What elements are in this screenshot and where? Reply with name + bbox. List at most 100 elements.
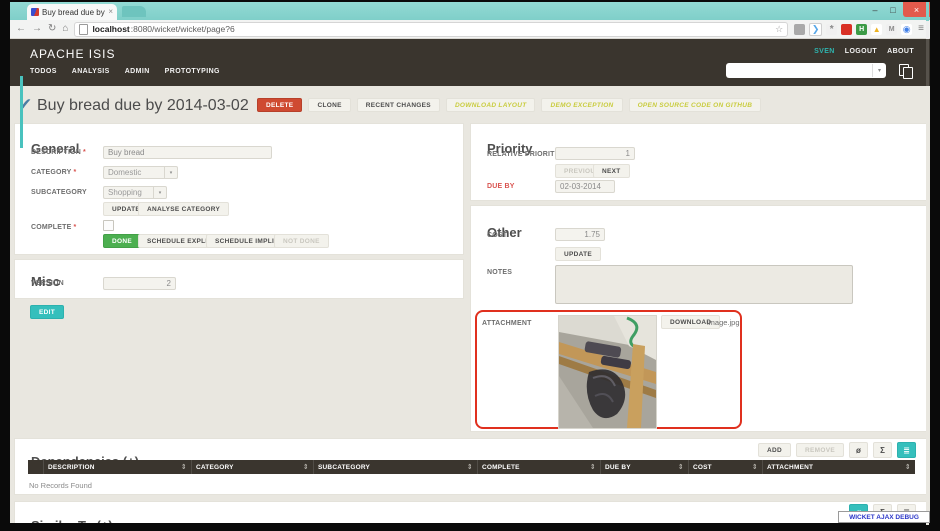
app-header: APACHE ISIS TODOS ANALYSIS ADMIN PROTOTY… bbox=[10, 39, 930, 86]
extension-icon-3[interactable]: * bbox=[826, 24, 837, 35]
attachment-filename: image.jpg bbox=[707, 318, 740, 327]
bookmark-star-icon[interactable]: ☆ bbox=[775, 24, 783, 35]
url-bar[interactable]: localhost :8080/wicket/wicket/page?6 ☆ bbox=[74, 22, 788, 37]
user-name-link[interactable]: SVEN bbox=[814, 48, 835, 55]
browser-tabbar: Buy bread due by 20 × – □ × bbox=[10, 2, 930, 20]
browser-toolbar: ← → ↻ ⌂ localhost :8080/wicket/wicket/pa… bbox=[10, 20, 930, 39]
screen: Buy bread due by 20 × – □ × ← → ↻ ⌂ loca… bbox=[0, 0, 940, 531]
extension-icon-6[interactable]: ▲ bbox=[871, 24, 882, 35]
due-by-field bbox=[555, 180, 615, 193]
list-view-icon[interactable]: ≣ bbox=[897, 442, 916, 458]
cost-label: COST bbox=[487, 232, 507, 239]
dependencies-panel: Dependencies (+) ADD REMOVE ø Σ ≣ DESCRI… bbox=[14, 438, 927, 495]
notes-textarea[interactable] bbox=[555, 265, 853, 304]
column-description[interactable]: DESCRIPTION⇕ bbox=[43, 460, 191, 474]
chevron-down-icon[interactable]: ▾ bbox=[872, 64, 886, 77]
user-links: SVEN LOGOUT ABOUT bbox=[814, 48, 914, 55]
extension-icon-1[interactable] bbox=[794, 24, 805, 35]
wicket-ajax-debug-link[interactable]: WICKET AJAX DEBUG bbox=[838, 511, 930, 523]
column-category[interactable]: CATEGORY⇕ bbox=[191, 460, 313, 474]
forward-icon[interactable]: → bbox=[32, 24, 42, 34]
complete-label: COMPLETE* bbox=[31, 224, 76, 231]
copy-bookmark-icon[interactable] bbox=[899, 64, 913, 77]
delete-button[interactable]: DELETE bbox=[257, 98, 302, 112]
recent-changes-button[interactable]: RECENT CHANGES bbox=[357, 98, 440, 112]
notes-label: NOTES bbox=[487, 269, 512, 276]
description-label: DESCRIPTION* bbox=[31, 149, 86, 156]
subcategory-label: SUBCATEGORY bbox=[31, 189, 87, 196]
version-field bbox=[103, 277, 176, 290]
new-tab-button[interactable] bbox=[122, 6, 146, 17]
column-attachment[interactable]: ATTACHMENT⇕ bbox=[762, 460, 915, 474]
empty-table-message: No Records Found bbox=[29, 481, 92, 490]
dependencies-actions: ADD REMOVE ø Σ ≣ bbox=[758, 442, 916, 458]
attachment-image[interactable] bbox=[558, 315, 657, 429]
cost-field bbox=[555, 228, 605, 241]
page-title: Buy bread due by 2014-03-02 bbox=[37, 97, 249, 115]
column-subcategory[interactable]: SUBCATEGORY⇕ bbox=[313, 460, 477, 474]
complete-checkbox[interactable] bbox=[103, 220, 114, 231]
general-panel: General DESCRIPTION* CATEGORY* Domestic … bbox=[14, 123, 464, 255]
version-label: VERSION bbox=[31, 280, 64, 287]
tab-favicon-icon bbox=[31, 8, 39, 16]
relative-priority-field bbox=[555, 147, 635, 160]
done-button[interactable]: DONE bbox=[103, 234, 141, 248]
column-cost[interactable]: COST⇕ bbox=[688, 460, 762, 474]
sort-icon: ⇕ bbox=[303, 463, 309, 471]
edit-button[interactable]: EDIT bbox=[30, 305, 64, 319]
nav-item-prototyping[interactable]: PROTOTYPING bbox=[165, 68, 220, 75]
frame-artifact-right bbox=[926, 2, 929, 525]
extension-icon-7[interactable]: M bbox=[886, 24, 897, 35]
extension-icon-4[interactable] bbox=[841, 24, 852, 35]
clone-button[interactable]: CLONE bbox=[308, 98, 350, 112]
browser-tab[interactable]: Buy bread due by 20 × bbox=[27, 4, 117, 20]
window-maximize-button[interactable]: □ bbox=[884, 2, 902, 17]
home-icon[interactable]: ⌂ bbox=[62, 24, 68, 34]
nav-item-admin[interactable]: ADMIN bbox=[125, 68, 150, 75]
update-cost-button[interactable]: UPDATE bbox=[555, 247, 601, 261]
extension-icon-5[interactable]: H bbox=[856, 24, 867, 35]
extension-icon-2[interactable]: ❯ bbox=[809, 23, 822, 36]
column-select bbox=[28, 460, 43, 474]
analyse-category-button[interactable]: ANALYSE CATEGORY bbox=[138, 202, 229, 216]
nav-item-analysis[interactable]: ANALYSIS bbox=[72, 68, 110, 75]
page-icon bbox=[79, 24, 88, 35]
column-complete[interactable]: COMPLETE⇕ bbox=[477, 460, 600, 474]
description-input[interactable] bbox=[103, 146, 272, 159]
app-brand[interactable]: APACHE ISIS bbox=[30, 47, 115, 61]
column-due-by[interactable]: DUE BY⇕ bbox=[600, 460, 688, 474]
browser-window: Buy bread due by 20 × – □ × ← → ↻ ⌂ loca… bbox=[10, 2, 930, 523]
category-label: CATEGORY* bbox=[31, 169, 76, 176]
relative-priority-label: RELATIVE PRIORITY bbox=[487, 151, 560, 158]
demo-exception-button[interactable]: DEMO EXCEPTION bbox=[541, 98, 622, 112]
hide-columns-icon[interactable]: ø bbox=[849, 442, 868, 458]
back-icon[interactable]: ← bbox=[16, 24, 26, 34]
add-button[interactable]: ADD bbox=[758, 443, 791, 457]
header-search-select[interactable]: ▾ bbox=[726, 63, 886, 78]
next-button[interactable]: NEXT bbox=[593, 164, 630, 178]
app-page: APACHE ISIS TODOS ANALYSIS ADMIN PROTOTY… bbox=[10, 39, 930, 523]
logout-link[interactable]: LOGOUT bbox=[845, 48, 877, 55]
tab-title: Buy bread due by 20 bbox=[42, 8, 105, 17]
summary-sigma-icon[interactable]: Σ bbox=[873, 442, 892, 458]
open-source-code-button[interactable]: OPEN SOURCE CODE ON GITHUB bbox=[629, 98, 762, 112]
url-host: localhost bbox=[92, 24, 129, 34]
main-nav: TODOS ANALYSIS ADMIN PROTOTYPING bbox=[30, 68, 220, 75]
sort-icon: ⇕ bbox=[905, 463, 911, 471]
other-panel: Other COST UPDATE NOTES ATTACHMENT bbox=[470, 205, 927, 432]
reload-icon[interactable]: ↻ bbox=[48, 24, 56, 34]
download-layout-button[interactable]: DOWNLOAD LAYOUT bbox=[446, 98, 536, 112]
window-minimize-button[interactable]: – bbox=[866, 2, 884, 17]
subcategory-select[interactable]: Shopping ▾ bbox=[103, 186, 167, 199]
menu-icon[interactable]: ≡ bbox=[918, 24, 924, 34]
category-select[interactable]: Domestic ▾ bbox=[103, 166, 178, 179]
about-link[interactable]: ABOUT bbox=[887, 48, 914, 55]
nav-item-todos[interactable]: TODOS bbox=[30, 68, 57, 75]
frame-bar-bottom bbox=[0, 523, 940, 531]
dependencies-table-header: DESCRIPTION⇕ CATEGORY⇕ SUBCATEGORY⇕ COMP… bbox=[28, 460, 915, 474]
misc-panel: Misc VERSION bbox=[14, 259, 464, 299]
extension-icon-8[interactable]: ◉ bbox=[901, 24, 912, 35]
sort-icon: ⇕ bbox=[181, 463, 187, 471]
url-path: :8080/wicket/wicket/page?6 bbox=[131, 24, 235, 34]
tab-close-icon[interactable]: × bbox=[108, 8, 113, 16]
